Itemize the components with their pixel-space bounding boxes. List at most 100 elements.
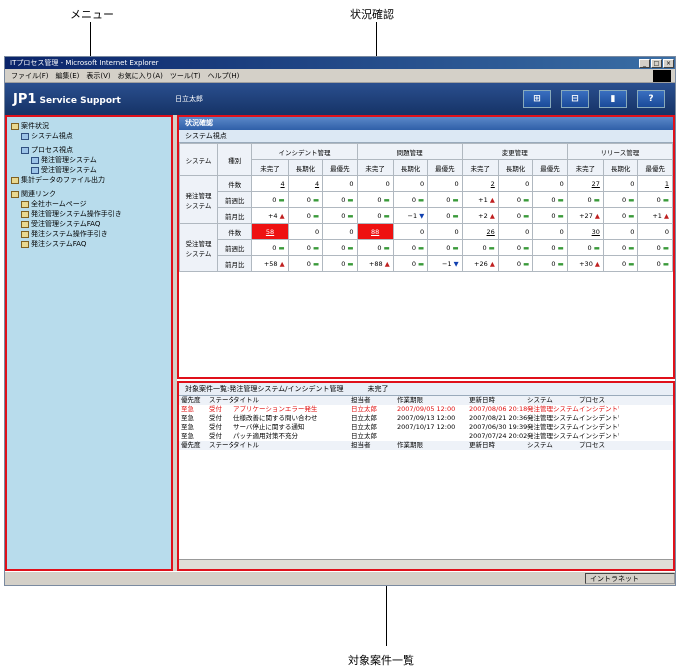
minimize-button[interactable]: _	[639, 58, 650, 68]
status-cell: 0 ▬	[392, 239, 429, 256]
list-footer-row[interactable]: 優先度ステータスタイトル 担当者 作業期限 更新日時 システム プロセス	[179, 441, 673, 450]
status-cell[interactable]: 4	[287, 175, 324, 192]
menu-tree: 案件状況 システム視点 プロセス視点 発注管理システム 受注管理システム 集計データのファ…	[11, 121, 167, 249]
case-list-header: 対象案件一覧:発注管理システム/インシデント管理 未完了	[179, 383, 673, 396]
list-cell: 日立太郎	[351, 432, 377, 440]
status-cell: 0 ▬	[356, 191, 394, 208]
horizontal-scrollbar[interactable]	[179, 559, 673, 569]
menu-file[interactable]: ファイル(F)	[11, 71, 49, 81]
col-sub: 未完了	[356, 159, 394, 176]
menu-item[interactable]: プロセス視点	[11, 145, 167, 155]
status-cell: 0	[497, 175, 534, 192]
status-cell: 0 ▬	[497, 191, 534, 208]
list-header-row[interactable]: 優先度ステータスタイトル 担当者 作業期限 更新日時 システム プロセス	[179, 396, 673, 405]
status-cell[interactable]: 58	[251, 223, 289, 240]
status-cell: 0 ▬	[532, 191, 568, 208]
callout-status: 状況確認	[350, 8, 394, 21]
status-cell: 0 ▬	[392, 255, 429, 272]
zone-indicator: イントラネット	[585, 573, 675, 584]
col-sub: 長期化	[287, 159, 324, 176]
status-panel: 状況確認 システム視点 システム 種別 インシデント管理 問題管理 変更管理 リリース管理…	[177, 115, 675, 379]
menu-favorites[interactable]: お気に入り(A)	[118, 71, 163, 81]
menu-item[interactable]: 発注システムFAQ	[11, 239, 167, 249]
status-cell[interactable]: 30	[566, 223, 604, 240]
menu-item[interactable]: システム視点	[11, 131, 167, 141]
list-cell: パッチ適用対策不充分	[233, 432, 298, 440]
menu-item[interactable]: 受注管理システム	[11, 165, 167, 175]
list-cell: 担当者	[351, 441, 371, 449]
status-cell: 0 ▬	[287, 191, 324, 208]
menu-item-label: 発注システムFAQ	[31, 240, 87, 248]
list-cell: 2007/10/17 12:00	[397, 423, 456, 431]
status-cell: 0 ▬	[322, 239, 358, 256]
list-cell: 至急	[181, 405, 194, 413]
list-cell: 更新日時	[469, 396, 495, 404]
menu-tools[interactable]: ツール(T)	[170, 71, 201, 81]
list-cell: 発注管理システム	[527, 423, 579, 431]
status-cell[interactable]: 2	[461, 175, 499, 192]
status-cell: 0 ▬	[532, 255, 568, 272]
menu-edit[interactable]: 編集(E)	[56, 71, 80, 81]
browser-status-bar: イントラネット	[5, 571, 675, 585]
header-button-3[interactable]: ▮	[599, 90, 627, 108]
col-sub: 長期化	[392, 159, 429, 176]
close-button[interactable]: ×	[663, 58, 674, 68]
table-row[interactable]: 至急 受付 サーバ停止に関する通知 日立太郎 2007/10/17 12:00 2007/…	[179, 423, 673, 432]
main-content: 案件状況 システム視点 プロセス視点 発注管理システム 受注管理システム 集計データのファ…	[5, 115, 675, 571]
table-row[interactable]: 至急 受付 パッチ適用対策不充分 日立太郎 2007/07/24 20:02:12発注管…	[179, 432, 673, 441]
list-cell: 仕様改善に関する問い合わせ	[233, 414, 318, 422]
col-sub: 最優先	[637, 159, 673, 176]
table-row[interactable]: 至急 受付 仕様改善に関する問い合わせ 日立太郎 2007/09/13 12:00 200…	[179, 414, 673, 423]
status-cell: 0 ▬	[427, 207, 463, 224]
list-cell: 2007/09/05 12:00	[397, 405, 456, 413]
window-title: ITプロセス管理 - Microsoft Internet Explorer	[10, 59, 159, 67]
list-cell: インシデント管理	[579, 432, 619, 440]
list-cell: 担当者	[351, 396, 371, 404]
header-button-1[interactable]: ⊞	[523, 90, 551, 108]
list-cell: プロセス	[579, 396, 605, 404]
status-cell: 0	[532, 223, 568, 240]
menu-item[interactable]: 案件状況	[11, 121, 167, 131]
status-cell: +1 ▲	[461, 191, 499, 208]
status-cell[interactable]: 1	[637, 175, 673, 192]
menu-item[interactable]: 発注システム操作手引き	[11, 229, 167, 239]
folder-icon	[21, 200, 29, 208]
status-cell: 0 ▬	[287, 207, 324, 224]
list-cell: ステータス	[209, 441, 233, 449]
menu-item[interactable]: 関連リンク	[11, 189, 167, 199]
list-cell: 更新日時	[469, 441, 495, 449]
col-sub: 最優先	[532, 159, 568, 176]
maximize-button[interactable]: □	[651, 58, 662, 68]
status-cell: 0	[602, 223, 639, 240]
status-cell[interactable]: 4	[251, 175, 289, 192]
menu-item[interactable]: 集計データのファイル出力	[11, 175, 167, 185]
header-button-2[interactable]: ⊟	[561, 90, 589, 108]
browser-window: ITプロセス管理 - Microsoft Internet Explorer _…	[4, 56, 676, 586]
app-header: JP1 Service Support 日立太郎 ⊞ ⊟ ▮ ?	[5, 83, 675, 115]
col-group: リリース管理	[566, 143, 674, 160]
menu-help[interactable]: ヘルプ(H)	[208, 71, 240, 81]
help-button[interactable]: ?	[637, 90, 665, 108]
status-cell: 0 ▬	[602, 239, 639, 256]
status-cell: 0	[392, 175, 429, 192]
menu-item[interactable]: 全社ホームページ	[11, 199, 167, 209]
row-type: 件数	[216, 223, 253, 240]
status-cell: 0 ▬	[287, 239, 324, 256]
row-type: 前週比	[216, 191, 253, 208]
list-cell: インシデント管理	[579, 423, 619, 431]
menu-item[interactable]: 受注管理システムFAQ	[11, 219, 167, 229]
col-group: 問題管理	[356, 143, 463, 160]
menu-item[interactable]: 発注管理システム	[11, 155, 167, 165]
status-cell: 0 ▬	[602, 255, 639, 272]
table-row[interactable]: 至急 受付 アプリケーションエラー発生 日立太郎 2007/09/05 12:00 200…	[179, 405, 673, 414]
folder-icon	[11, 190, 19, 198]
menu-item[interactable]: 発注管理システム操作手引き	[11, 209, 167, 219]
row-type: 件数	[216, 175, 253, 192]
status-cell[interactable]: 26	[461, 223, 499, 240]
status-cell[interactable]: 27	[566, 175, 604, 192]
status-view: システム視点	[179, 130, 673, 143]
col-type: 種別	[216, 143, 253, 176]
tree-icon	[21, 132, 29, 140]
status-cell[interactable]: 88	[356, 223, 394, 240]
menu-view[interactable]: 表示(V)	[86, 71, 110, 81]
